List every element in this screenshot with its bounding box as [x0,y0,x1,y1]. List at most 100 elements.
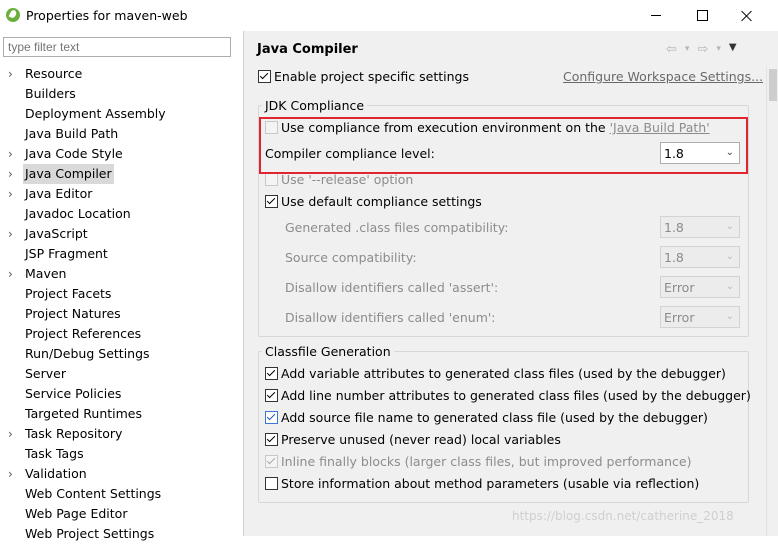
disallow-enum-value: Error [664,310,695,325]
tree-item[interactable]: Server [0,364,243,384]
maximize-icon [696,10,708,21]
enable-project-specific-checkbox[interactable] [258,70,271,83]
tree-item-label: JavaScript [25,226,88,241]
disallow-enum-select[interactable]: Error ⌄ [660,306,740,328]
generated-class-compat-value: 1.8 [664,220,684,235]
preserve-unused-checkbox[interactable] [265,433,278,446]
store-method-params-label: Store information about method parameter… [281,476,700,491]
tree-item[interactable]: › Maven [0,264,243,284]
chevron-down-icon: ⌄ [725,221,734,232]
release-option-checkbox[interactable] [265,173,278,186]
chevron-right-icon[interactable]: › [8,144,18,164]
tree-item-label: Run/Debug Settings [25,346,150,361]
tree-item[interactable]: › Validation [0,464,243,484]
close-icon [741,10,753,22]
tree-item[interactable]: Java Build Path [0,124,243,144]
preserve-unused-label: Preserve unused (never read) local varia… [281,432,561,447]
tree-item[interactable]: Service Policies [0,384,243,404]
tree-item[interactable]: Builders [0,84,243,104]
chevron-right-icon[interactable]: › [8,464,18,484]
tree-item[interactable]: Run/Debug Settings [0,344,243,364]
tree-item[interactable]: Web Page Editor [0,504,243,524]
tree-item-label: Java Compiler [23,164,114,184]
tree-item-label: JSP Fragment [25,246,108,261]
page-navigation: ⇦ ▾ ⇨ ▾ ▼ [666,42,737,57]
inline-finally-checkbox[interactable] [265,455,278,468]
title-bar: Properties for maven-web [0,0,778,31]
minimize-icon [651,15,661,16]
tree-item[interactable]: Javadoc Location [0,204,243,224]
tree-item[interactable]: Web Project Settings [0,524,243,544]
chevron-right-icon[interactable]: › [8,64,18,84]
tree-item-label: Task Repository [25,426,123,441]
tree-item-label: Server [25,366,66,381]
tree-item[interactable]: › Java Editor [0,184,243,204]
generated-class-compat-select[interactable]: 1.8 ⌄ [660,216,740,238]
watermark-text: https://blog.csdn.net/catherine_2018 [512,509,734,523]
tree-item[interactable]: › JavaScript [0,224,243,244]
configure-workspace-link[interactable]: Configure Workspace Settings... [563,69,763,84]
tree-item-label: Web Project Settings [25,526,155,541]
classfile-generation-title: Classfile Generation [262,344,394,359]
tree-item-label: Task Tags [25,446,84,461]
scrollbar-thumb[interactable] [769,69,777,101]
tree-item-label: Java Build Path [25,126,119,141]
tree-item[interactable]: Project References [0,324,243,344]
tree-item[interactable]: JSP Fragment [0,244,243,264]
back-dropdown-icon[interactable]: ▾ [685,44,690,57]
tree-item[interactable]: Project Facets [0,284,243,304]
maximize-button[interactable] [679,0,725,31]
chevron-down-icon: ⌄ [725,311,734,322]
tree-item[interactable]: Deployment Assembly [0,104,243,124]
page-header: Java Compiler ⇦ ▾ ⇨ ▾ ▼ [244,31,778,67]
inline-finally-label: Inline finally blocks (larger class file… [281,454,692,469]
property-tree: › Resource Builders Deployment Assembly J… [0,64,243,544]
tree-item-label: Validation [25,466,87,481]
tree-item[interactable]: Web Content Settings [0,484,243,504]
tree-item-label: Project References [25,326,142,341]
tree-item[interactable]: Task Tags [0,444,243,464]
eclipse-spring-icon [6,8,20,22]
filter-input[interactable] [3,37,231,57]
source-compat-select[interactable]: 1.8 ⌄ [660,246,740,268]
minimize-button[interactable] [633,0,679,31]
properties-navigation: › Resource Builders Deployment Assembly J… [0,31,243,541]
tree-item-label: Builders [25,86,76,101]
add-line-number-checkbox[interactable] [265,389,278,402]
tree-item[interactable]: Targeted Runtimes [0,404,243,424]
back-arrow-icon[interactable]: ⇦ [666,42,677,57]
forward-dropdown-icon[interactable]: ▾ [716,44,721,57]
chevron-right-icon[interactable]: › [8,224,18,244]
use-default-compliance-checkbox[interactable] [265,195,278,208]
source-compat-label: Source compatibility: [285,250,417,265]
add-source-file-name-checkbox[interactable] [265,411,278,424]
chevron-right-icon[interactable]: › [8,184,18,204]
source-compat-value: 1.8 [664,250,684,265]
tree-item[interactable]: › Resource [0,64,243,84]
close-button[interactable] [724,0,770,31]
chevron-right-icon[interactable]: › [8,264,18,284]
release-option-label: Use '--release' option [281,172,414,187]
store-method-params-checkbox[interactable] [265,477,278,490]
view-menu-icon[interactable]: ▼ [729,42,737,57]
add-variable-attributes-checkbox[interactable] [265,367,278,380]
tree-item[interactable]: Project Natures [0,304,243,324]
tree-item-selected[interactable]: › Java Compiler [0,164,243,184]
tree-item-label: Java Editor [25,186,93,201]
jdk-compliance-title: JDK Compliance [262,98,368,113]
tree-item-label: Service Policies [25,386,122,401]
chevron-right-icon[interactable]: › [8,164,18,184]
use-default-compliance-label: Use default compliance settings [281,194,482,209]
tree-item[interactable]: › Task Repository [0,424,243,444]
tree-item[interactable]: › Java Code Style [0,144,243,164]
add-line-number-label: Add line number attributes to generated … [281,388,751,403]
page-title: Java Compiler [257,42,358,57]
forward-arrow-icon[interactable]: ⇨ [697,42,708,57]
chevron-right-icon[interactable]: › [8,424,18,444]
disallow-assert-label: Disallow identifiers called 'assert': [285,280,499,295]
generated-class-compat-label: Generated .class files compatibility: [285,220,509,235]
window-title: Properties for maven-web [26,8,188,23]
vertical-scrollbar[interactable] [766,67,778,536]
tree-item-label: Project Facets [25,286,112,301]
disallow-assert-select[interactable]: Error ⌄ [660,276,740,298]
